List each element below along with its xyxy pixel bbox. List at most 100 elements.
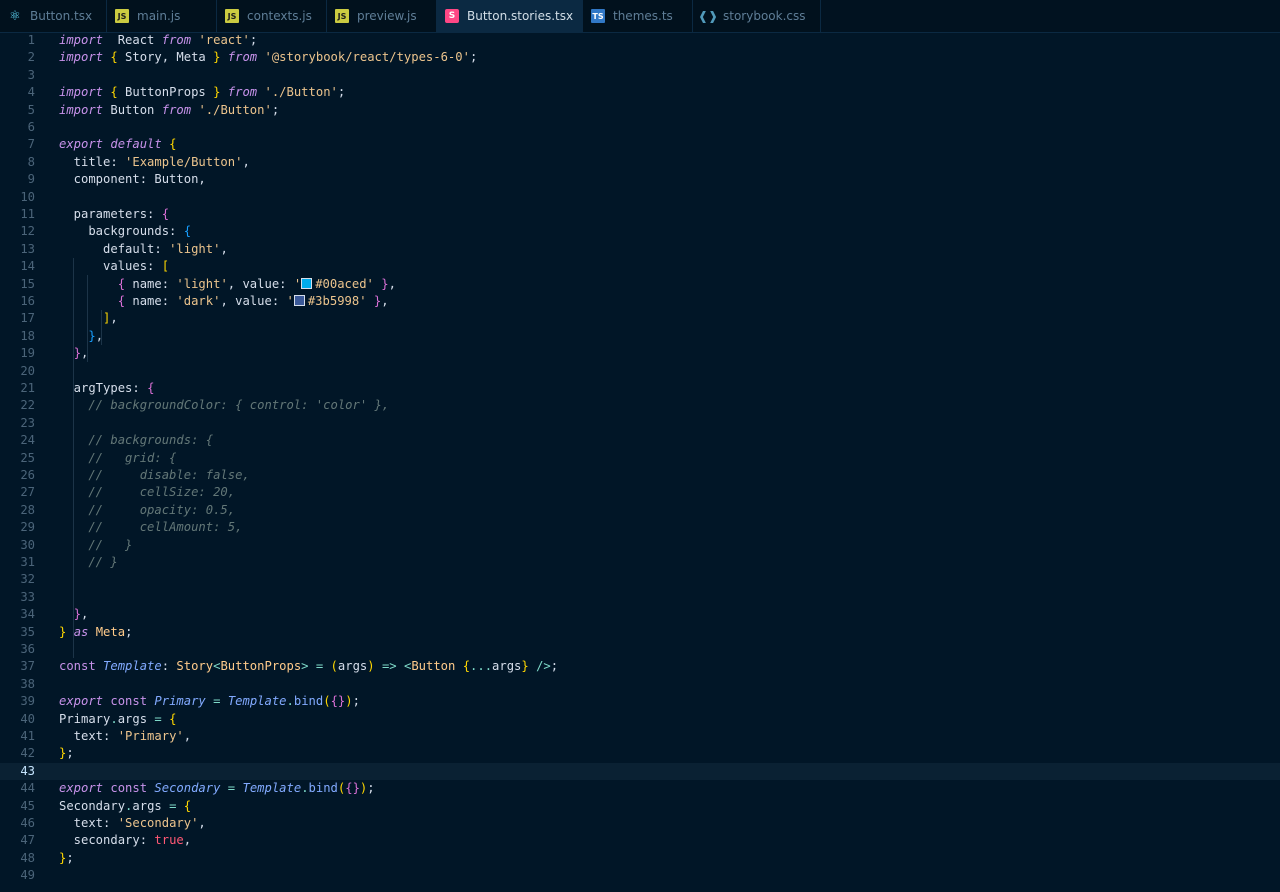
tab-button-tsx[interactable]: ⚛ Button.tsx	[0, 0, 107, 32]
code-line[interactable]: 27 // cellSize: 20,	[0, 484, 1280, 501]
line-number: 33	[20, 589, 35, 604]
code-line[interactable]: 28 // opacity: 0.5,	[0, 502, 1280, 519]
code-line[interactable]: 10	[0, 189, 1280, 206]
code-line[interactable]: 11 parameters: {	[0, 206, 1280, 223]
code-line[interactable]: 1 import React from 'react';	[0, 32, 1280, 49]
code-line[interactable]: 26 // disable: false,	[0, 467, 1280, 484]
line-number: 10	[20, 189, 35, 204]
code-line[interactable]: 8 title: 'Example/Button',	[0, 154, 1280, 171]
code-line[interactable]: 38	[0, 676, 1280, 693]
code-line[interactable]: 12 backgrounds: {	[0, 223, 1280, 240]
code-line[interactable]: 24 // backgrounds: {	[0, 432, 1280, 449]
code-line[interactable]: 40 Primary.args = {	[0, 711, 1280, 728]
code-text: import Button from './Button';	[59, 102, 280, 117]
code-line[interactable]: 6	[0, 119, 1280, 136]
line-number: 49	[20, 868, 35, 883]
line-number: 19	[20, 346, 35, 361]
line-number: 37	[20, 659, 35, 674]
line-number: 24	[20, 433, 35, 448]
line-number: 13	[20, 241, 35, 256]
line-number: 36	[20, 642, 35, 656]
tab-contexts-js[interactable]: JS contexts.js	[217, 0, 327, 32]
code-line[interactable]: 31 // }	[0, 554, 1280, 571]
code-text: // grid: {	[59, 450, 177, 465]
code-text: export const Secondary = Template.bind({…	[59, 781, 375, 796]
color-swatch[interactable]	[293, 295, 305, 306]
code-line[interactable]: 17 ],	[0, 310, 1280, 327]
code-line[interactable]: 37 const Template: Story<ButtonProps> = (…	[0, 658, 1280, 675]
code-line[interactable]: 43	[0, 762, 1280, 781]
code-line[interactable]: 19 },	[0, 345, 1280, 362]
tab-label: main.js	[137, 9, 181, 23]
line-number: 8	[27, 154, 35, 169]
code-line[interactable]: 16 { name: 'dark', value: ' #3b5998' },	[0, 293, 1280, 310]
line-number: 41	[20, 729, 35, 743]
code-line[interactable]: 49	[0, 867, 1280, 884]
code-text: parameters: {	[59, 207, 170, 221]
code-line[interactable]: 20	[0, 363, 1280, 380]
code-line[interactable]: 18 },	[0, 328, 1280, 345]
line-number: 16	[20, 294, 35, 308]
tab-storybook-css[interactable]: ❰❱ storybook.css	[693, 0, 821, 32]
code-line[interactable]: 48};	[0, 850, 1280, 867]
line-number: 21	[20, 381, 35, 395]
code-line[interactable]: 3	[0, 67, 1280, 84]
code-line[interactable]: 7 export default {	[0, 136, 1280, 153]
tab-themes-ts[interactable]: TS themes.ts	[583, 0, 693, 32]
code-line[interactable]: 46 text: 'Secondary',	[0, 815, 1280, 832]
code-line[interactable]: 41 text: 'Primary',	[0, 728, 1280, 745]
line-number: 45	[20, 798, 35, 813]
code-line[interactable]: 45 Secondary.args = {	[0, 798, 1280, 815]
code-text: } as Meta;	[59, 624, 133, 639]
code-text: ],	[103, 311, 118, 326]
code-text: // cellAmount: 5,	[59, 520, 243, 535]
code-line[interactable]: 4 import { ButtonProps } from './Button';	[0, 84, 1280, 101]
tab-main-js[interactable]: JS main.js	[107, 0, 217, 32]
line-number: 25	[20, 450, 35, 465]
line-number: 1	[27, 33, 35, 47]
code-line[interactable]: 33	[0, 589, 1280, 606]
tab-preview-js[interactable]: JS preview.js	[327, 0, 437, 32]
code-line[interactable]: 2 import { Story, Meta } from '@storybook…	[0, 49, 1280, 66]
line-number: 2	[27, 50, 35, 65]
code-text: // opacity: 0.5,	[59, 502, 236, 517]
line-number: 34	[20, 607, 35, 622]
color-swatch[interactable]	[301, 277, 313, 289]
code-text: values: [	[59, 259, 170, 274]
line-number: 11	[20, 207, 35, 221]
react-icon: ⚛	[9, 8, 21, 24]
code-text: text: 'Secondary',	[59, 816, 206, 830]
tab-label: themes.ts	[613, 9, 673, 23]
css-icon: ❰❱	[697, 9, 719, 23]
code-text: export const Primary = Template.bind({})…	[59, 694, 360, 709]
code-line[interactable]: 15 { name: 'light', value: ' #00aced' },	[0, 276, 1280, 293]
tab-label: contexts.js	[247, 9, 312, 23]
code-line[interactable]: 21 argTypes: {	[0, 380, 1280, 397]
code-line[interactable]: 5 import Button from './Button';	[0, 102, 1280, 119]
code-line[interactable]: 13 default: 'light',	[0, 241, 1280, 258]
code-line[interactable]: 36	[0, 641, 1280, 658]
code-line[interactable]: 14 values: [	[0, 258, 1280, 275]
code-line[interactable]: 30 // }	[0, 537, 1280, 554]
code-line[interactable]: 42};	[0, 745, 1280, 762]
line-number: 20	[20, 363, 35, 378]
tab-button-stories-tsx[interactable]: SButton.stories.tsx×	[437, 0, 583, 32]
typescript-icon: TS	[591, 9, 605, 23]
line-number: 32	[20, 572, 35, 587]
code-text: component: Button,	[59, 172, 206, 187]
code-line[interactable]: 22 // backgroundColor: { control: 'color…	[0, 397, 1280, 414]
code-line[interactable]: 47 secondary: true,	[0, 832, 1280, 849]
code-line[interactable]: 44 export const Secondary = Template.bind…	[0, 780, 1280, 797]
code-line[interactable]: 39 export const Primary = Template.bind({…	[0, 693, 1280, 710]
code-line[interactable]: 34 },	[0, 606, 1280, 623]
line-number: 3	[27, 67, 35, 82]
code-line[interactable]: 29 // cellAmount: 5,	[0, 519, 1280, 536]
code-line[interactable]: 32	[0, 571, 1280, 588]
code-text: // cellSize: 20,	[59, 485, 236, 500]
code-line[interactable]: 25 // grid: {	[0, 450, 1280, 467]
code-editor[interactable]: 1 import React from 'react'; 2 import { Sto…	[0, 32, 1280, 892]
code-line[interactable]: 35} as Meta;	[0, 624, 1280, 641]
code-line[interactable]: 9 component: Button,	[0, 171, 1280, 188]
code-line[interactable]: 23	[0, 415, 1280, 432]
line-number: 12	[20, 224, 35, 239]
